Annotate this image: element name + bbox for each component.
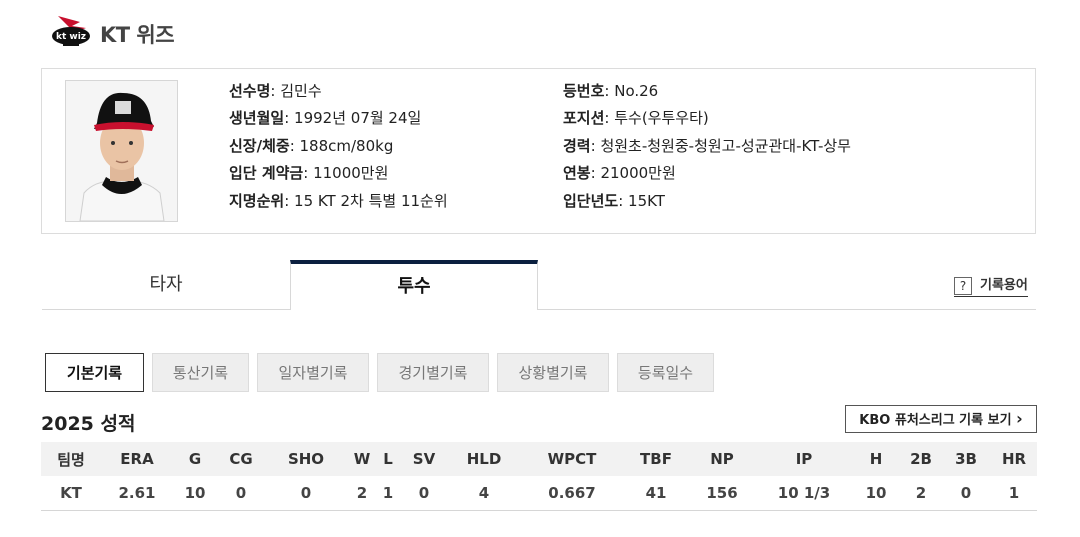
- cell-tbf: 41: [625, 476, 687, 511]
- info-join-year: 입단년도: 15KT: [563, 192, 665, 210]
- stats-header-row: 팀명 ERA G CG SHO W L SV HLD WPCT TBF NP I…: [41, 442, 1037, 476]
- futures-button-label: KBO 퓨처스리그 기록 보기: [859, 413, 1012, 428]
- cell-sv: 0: [399, 476, 449, 511]
- col-tbf: TBF: [625, 442, 687, 476]
- col-sho: SHO: [265, 442, 347, 476]
- info-signing-bonus: 입단 계약금: 11000만원: [229, 164, 389, 182]
- team-logo: kt wiz: [50, 14, 92, 50]
- futures-league-button[interactable]: KBO 퓨처스리그 기록 보기 ›: [845, 405, 1037, 433]
- cell-np: 156: [687, 476, 757, 511]
- col-hr: HR: [991, 442, 1037, 476]
- season-title: 2025 성적: [41, 413, 136, 435]
- col-hld: HLD: [449, 442, 519, 476]
- player-photo: [65, 80, 178, 222]
- info-salary: 연봉: 21000만원: [563, 164, 676, 182]
- cell-l: 1: [377, 476, 399, 511]
- cell-era: 2.61: [101, 476, 173, 511]
- tab-batter[interactable]: 타자: [42, 260, 290, 310]
- team-name: KT 위즈: [100, 23, 175, 47]
- glossary-link[interactable]: ? 기록용어: [954, 274, 1028, 297]
- question-icon: ?: [954, 276, 972, 295]
- col-2b: 2B: [901, 442, 941, 476]
- cell-cg: 0: [217, 476, 265, 511]
- cell-3b: 0: [941, 476, 991, 511]
- col-3b: 3B: [941, 442, 991, 476]
- glossary-label: 기록용어: [980, 278, 1028, 293]
- cell-g: 10: [173, 476, 217, 511]
- stats-table: 팀명 ERA G CG SHO W L SV HLD WPCT TBF NP I…: [41, 442, 1037, 511]
- subtab-registration-days[interactable]: 등록일수: [617, 353, 714, 392]
- col-wpct: WPCT: [519, 442, 625, 476]
- info-player-name: 선수명: 김민수: [229, 82, 322, 100]
- cell-h: 10: [851, 476, 901, 511]
- col-h: H: [851, 442, 901, 476]
- col-team: 팀명: [41, 442, 101, 476]
- tab-pitcher[interactable]: 투수: [290, 260, 538, 310]
- cell-team: KT: [41, 476, 101, 511]
- subtab-career-record[interactable]: 통산기록: [152, 353, 249, 392]
- info-position: 포지션: 투수(우투우타): [563, 109, 709, 127]
- subtab-situation-record[interactable]: 상황별기록: [497, 353, 609, 392]
- cell-2b: 2: [901, 476, 941, 511]
- info-back-number: 등번호: No.26: [563, 82, 659, 100]
- subtab-daily-record[interactable]: 일자별기록: [257, 353, 369, 392]
- cell-wpct: 0.667: [519, 476, 625, 511]
- subtab-basic-record[interactable]: 기본기록: [45, 353, 144, 392]
- col-cg: CG: [217, 442, 265, 476]
- col-ip: IP: [757, 442, 851, 476]
- info-height-weight: 신장/체중: 188cm/80kg: [229, 137, 394, 155]
- profile-box: [41, 68, 1036, 234]
- cell-hr: 1: [991, 476, 1037, 511]
- subtab-game-record[interactable]: 경기별기록: [377, 353, 489, 392]
- info-draft-rank: 지명순위: 15 KT 2차 특별 11순위: [229, 192, 448, 210]
- col-g: G: [173, 442, 217, 476]
- col-era: ERA: [101, 442, 173, 476]
- cell-sho: 0: [265, 476, 347, 511]
- table-row: KT 2.61 10 0 0 2 1 0 4 0.667 41 156 10 1…: [41, 476, 1037, 511]
- col-w: W: [347, 442, 377, 476]
- info-career: 경력: 청원초-청원중-청원고-성균관대-KT-상무: [563, 137, 851, 155]
- chevron-right-icon: ›: [1016, 409, 1023, 428]
- logo-text: kt wiz: [56, 32, 86, 42]
- col-np: NP: [687, 442, 757, 476]
- cell-w: 2: [347, 476, 377, 511]
- tab-divider: [538, 309, 1036, 310]
- col-sv: SV: [399, 442, 449, 476]
- info-birthdate: 생년월일: 1992년 07월 24일: [229, 109, 422, 127]
- cell-ip: 10 1/3: [757, 476, 851, 511]
- col-l: L: [377, 442, 399, 476]
- cell-hld: 4: [449, 476, 519, 511]
